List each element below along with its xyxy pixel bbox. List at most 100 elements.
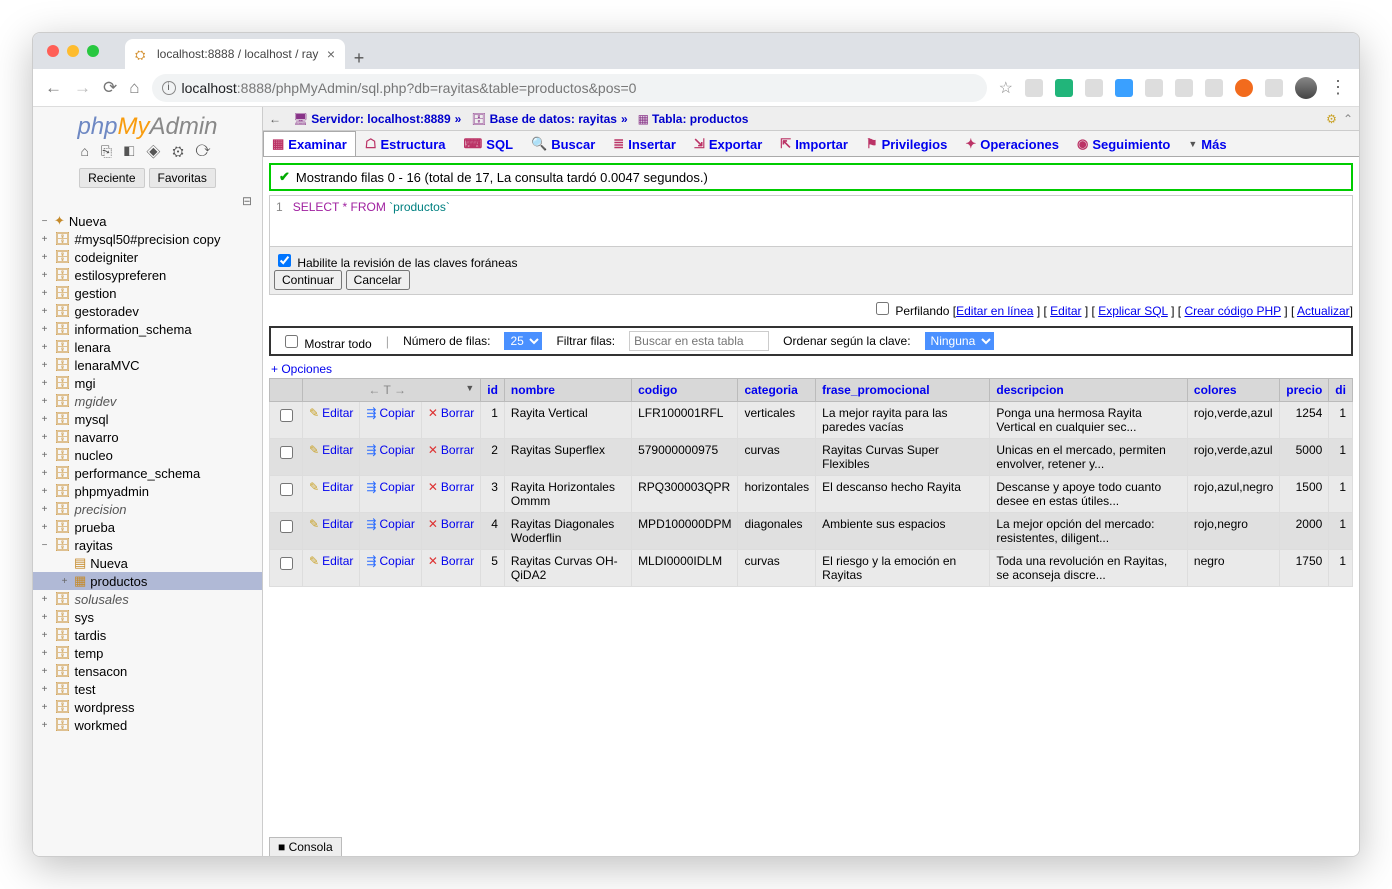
fk-check-checkbox[interactable] [278, 254, 291, 267]
create-php-link[interactable]: Crear código PHP [1184, 304, 1281, 318]
row-count-select[interactable]: 25 [504, 332, 542, 350]
maximize-window-icon[interactable] [87, 45, 99, 57]
close-window-icon[interactable] [47, 45, 59, 57]
sidebar-item[interactable]: +🗄 mgidev [33, 392, 262, 410]
tab-buscar[interactable]: 🔍Buscar [522, 131, 604, 156]
back-button[interactable]: ← [45, 78, 62, 98]
edit-row-link[interactable]: Editar [309, 554, 353, 568]
tab-privilegios[interactable]: ⚑Privilegios [857, 131, 956, 156]
tab-sql[interactable]: ⌨SQL [455, 131, 523, 156]
copy-row-link[interactable]: Copiar [366, 443, 414, 457]
extension-icon[interactable] [1205, 79, 1223, 97]
continuar-button[interactable]: Continuar [274, 270, 342, 290]
delete-row-link[interactable]: Borrar [428, 443, 474, 457]
cancelar-button[interactable]: Cancelar [346, 270, 410, 290]
options-toggle[interactable]: + Opciones [269, 360, 1353, 378]
row-checkbox[interactable] [280, 446, 293, 459]
sidebar-item[interactable]: ▤ Nueva [33, 554, 262, 572]
row-checkbox[interactable] [280, 520, 293, 533]
sidebar-item[interactable]: +🗄 test [33, 680, 262, 698]
extension-icon[interactable] [1235, 79, 1253, 97]
fk-check-label[interactable]: Habilite la revisión de las claves forán… [274, 256, 517, 270]
col-nombre[interactable]: nombre [504, 379, 631, 402]
collapse-panel-icon[interactable]: ⌃ [1343, 112, 1353, 126]
console-tab[interactable]: ■ Consola [269, 837, 342, 856]
delete-row-link[interactable]: Borrar [428, 517, 474, 531]
extension-icon[interactable] [1025, 79, 1043, 97]
collapse-sidebar-icon[interactable]: ← [269, 112, 281, 126]
bookmark-icon[interactable]: ☆ [999, 78, 1013, 98]
row-checkbox[interactable] [280, 483, 293, 496]
profiling-checkbox[interactable] [876, 302, 889, 315]
tab-insertar[interactable]: ≣Insertar [604, 131, 685, 156]
edit-row-link[interactable]: Editar [309, 406, 353, 420]
extension-icon[interactable] [1265, 79, 1283, 97]
sidebar-item[interactable]: +▦ productos [33, 572, 262, 590]
copy-row-link[interactable]: Copiar [366, 406, 414, 420]
edit-row-link[interactable]: Editar [309, 517, 353, 531]
menu-icon[interactable]: ⋮ [1329, 77, 1347, 98]
sort-select[interactable]: Ninguna [925, 332, 994, 350]
sidebar-item[interactable]: +🗄 lenara [33, 338, 262, 356]
show-all-checkbox[interactable] [285, 335, 298, 348]
sidebar-item[interactable]: +🗄 tardis [33, 626, 262, 644]
edit-row-link[interactable]: Editar [309, 480, 353, 494]
col-categoria[interactable]: categoria [738, 379, 816, 402]
home-button[interactable]: ⌂ [129, 78, 139, 98]
delete-row-link[interactable]: Borrar [428, 554, 474, 568]
sidebar-item[interactable]: +🗄 codeigniter [33, 248, 262, 266]
sidebar-item[interactable]: +🗄 mysql [33, 410, 262, 428]
sidebar-item[interactable]: +🗄 precision [33, 500, 262, 518]
refresh-link[interactable]: Actualizar [1297, 304, 1350, 318]
sidebar-item[interactable]: +🗄 #mysql50#precision copy [33, 230, 262, 248]
browser-tab[interactable]: ⛭ localhost:8888 / localhost / ray × [125, 39, 345, 69]
row-checkbox[interactable] [280, 409, 293, 422]
sidebar-item[interactable]: +🗄 solusales [33, 590, 262, 608]
explain-sql-link[interactable]: Explicar SQL [1098, 304, 1168, 318]
extension-icon[interactable] [1085, 79, 1103, 97]
extension-icon[interactable] [1115, 79, 1133, 97]
site-info-icon[interactable]: i [162, 81, 176, 95]
extension-icon[interactable] [1145, 79, 1163, 97]
filter-input[interactable] [629, 331, 769, 351]
chevron-down-icon[interactable]: ▼ [465, 383, 474, 393]
edit-row-link[interactable]: Editar [309, 443, 353, 457]
copy-row-link[interactable]: Copiar [366, 480, 414, 494]
col-di[interactable]: di [1329, 379, 1353, 402]
sidebar-item[interactable]: −✦ Nueva [33, 212, 262, 230]
new-tab-button[interactable]: + [345, 48, 373, 69]
col-precio[interactable]: precio [1280, 379, 1329, 402]
edit-inline-link[interactable]: Editar en línea [956, 304, 1033, 318]
copy-row-link[interactable]: Copiar [366, 517, 414, 531]
crumb-table[interactable]: Tabla: productos [652, 112, 748, 126]
tab-estructura[interactable]: ☖Estructura [356, 131, 455, 156]
tab-mas[interactable]: ▼ Más [1179, 131, 1235, 156]
sidebar-item[interactable]: +🗄 mgi [33, 374, 262, 392]
sidebar-item[interactable]: +🗄 gestion [33, 284, 262, 302]
col-codigo[interactable]: codigo [632, 379, 738, 402]
delete-row-link[interactable]: Borrar [428, 406, 474, 420]
recent-tab[interactable]: Reciente [79, 168, 144, 188]
tab-importar[interactable]: ⇱Importar [771, 131, 857, 156]
edit-link[interactable]: Editar [1050, 304, 1081, 318]
profile-avatar[interactable] [1295, 77, 1317, 99]
tab-operaciones[interactable]: ✦Operaciones [956, 131, 1068, 156]
sidebar-item[interactable]: +🗄 workmed [33, 716, 262, 734]
forward-button[interactable]: → [74, 78, 91, 98]
sidebar-item[interactable]: −🗄 rayitas [33, 536, 262, 554]
col-colores[interactable]: colores [1187, 379, 1279, 402]
sidebar-item[interactable]: +🗄 wordpress [33, 698, 262, 716]
crumb-database[interactable]: Base de datos: rayitas [490, 112, 617, 126]
extension-icon[interactable] [1175, 79, 1193, 97]
col-descripcion[interactable]: descripcion [990, 379, 1188, 402]
extension-icon[interactable] [1055, 79, 1073, 97]
col-id[interactable]: id [481, 379, 505, 402]
minimize-window-icon[interactable] [67, 45, 79, 57]
sidebar-item[interactable]: +🗄 sys [33, 608, 262, 626]
tab-exportar[interactable]: ⇲Exportar [685, 131, 771, 156]
crumb-server[interactable]: Servidor: localhost:8889 [311, 112, 450, 126]
settings-icon[interactable]: ⚙ [1326, 112, 1337, 126]
collapse-tree-icon[interactable]: ⊟ [33, 192, 262, 212]
sidebar-item[interactable]: +🗄 phpmyadmin [33, 482, 262, 500]
sidebar-item[interactable]: +🗄 tensacon [33, 662, 262, 680]
